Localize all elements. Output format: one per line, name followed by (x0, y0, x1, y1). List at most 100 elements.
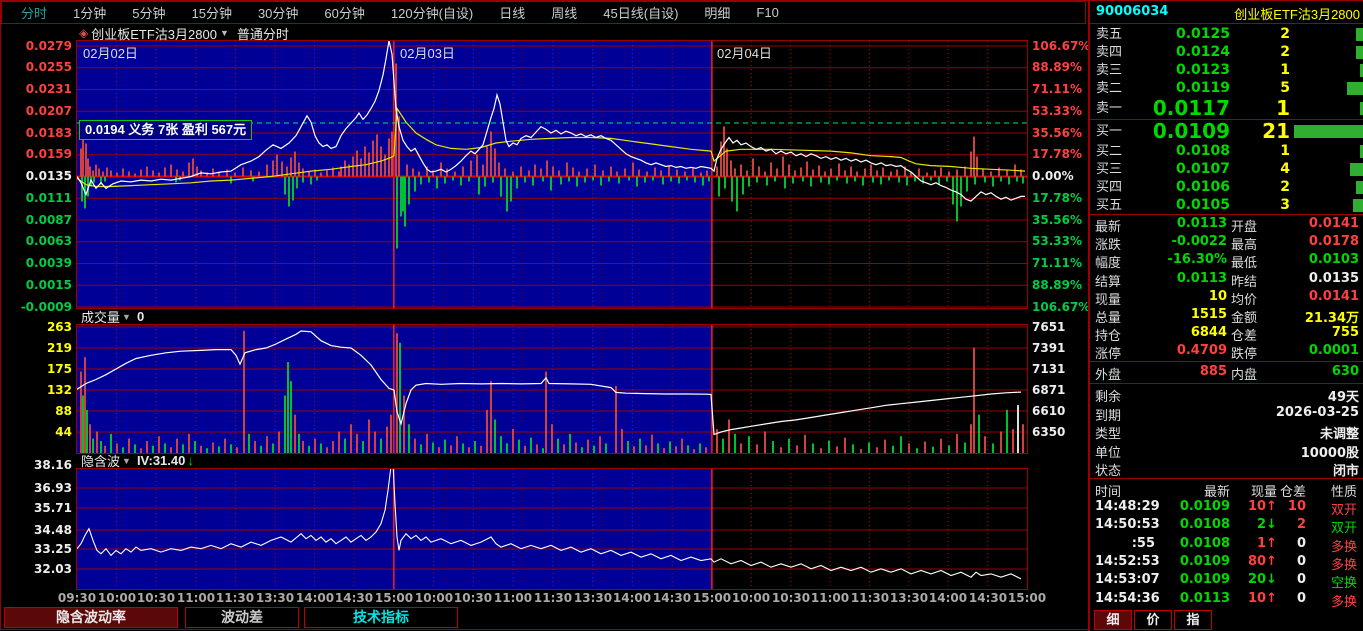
detail-tab-item[interactable]: 价 (1134, 610, 1172, 630)
price-axis-label: 0.0255 (1, 60, 72, 75)
orderbook-price[interactable]: 0.0125 (1130, 25, 1230, 43)
menu-item[interactable]: 15分钟 (178, 3, 244, 22)
orderbook-price[interactable]: 0.0107 (1130, 160, 1230, 178)
volume-axis-label: 219 (1, 341, 72, 356)
volume-axis-label: 175 (1, 362, 72, 377)
orderbook-price[interactable]: 0.0123 (1130, 61, 1230, 79)
trade-qty: 2↓ (1230, 517, 1277, 532)
price-axis-label: 0.0063 (1, 234, 72, 249)
trade-qty: 20↓ (1230, 572, 1277, 587)
time-tick-label: 10:00 (97, 591, 137, 605)
price-axis-label: 0.0039 (1, 256, 72, 271)
iv-axis-label: 38.16 (1, 458, 72, 473)
menu-item[interactable]: 30分钟 (245, 3, 311, 22)
info-label: 仓差 (1231, 325, 1257, 344)
orderbook-price[interactable]: 0.0109 (1130, 120, 1230, 142)
info-label: 昨结 (1231, 271, 1257, 290)
volume-axis-label: 44 (1, 425, 72, 440)
indicator-tab-item[interactable]: 波动差 (185, 607, 299, 628)
info-label: 金额 (1231, 307, 1257, 326)
orderbook-qty: 1 (1240, 142, 1290, 160)
detail-tab-item[interactable]: 指 (1174, 610, 1212, 630)
price-axis-label: 0.0135 (1, 169, 72, 184)
menu-item[interactable]: 120分钟(自设) (378, 3, 486, 22)
percent-axis-label: 71.11% (1032, 82, 1088, 97)
outer-vol-value: 885 (1140, 364, 1227, 379)
orderbook-price[interactable]: 0.0106 (1130, 178, 1230, 196)
orderbook-row-label: 买一 (1096, 120, 1122, 142)
trade-price: 0.0108 (1170, 517, 1230, 532)
trade-qty: 1↑ (1230, 536, 1277, 551)
contract-value: 10000股 (1190, 442, 1359, 461)
trade-price: 0.0113 (1170, 591, 1230, 606)
position-axis-label: 6350 (1032, 425, 1088, 440)
orderbook-price[interactable]: 0.0119 (1130, 79, 1230, 97)
orderbook-price[interactable]: 0.0105 (1130, 196, 1230, 214)
info-value: 0.0113 (1140, 216, 1227, 231)
time-tick-label: 15:00 (1007, 591, 1047, 605)
position-axis-label: 6610 (1032, 404, 1088, 419)
info-label: 总量 (1095, 307, 1121, 326)
menu-item[interactable]: 日线 (486, 3, 538, 22)
percent-axis-label: 35.56% (1032, 126, 1088, 141)
menu-item[interactable]: 60分钟 (311, 3, 377, 22)
info-label: 最新 (1095, 216, 1121, 235)
time-tick-label: 10:30 (136, 591, 176, 605)
time-tick-label: 10:00 (414, 591, 454, 605)
iv-dropdown-icon[interactable]: ▼ (122, 456, 131, 466)
info-value: 21.34万 (1272, 307, 1359, 326)
contract-label: 类型 (1095, 423, 1121, 442)
menu-item[interactable]: 周线 (538, 3, 590, 22)
menu-item[interactable]: 明细 (691, 3, 743, 22)
time-tick-label: 11:00 (493, 591, 533, 605)
trades-header-cell: 仓差 (1280, 481, 1306, 500)
info-label: 持仓 (1095, 325, 1121, 344)
menu-item[interactable]: 45日线(自设) (590, 3, 691, 22)
position-axis-label: 6871 (1032, 383, 1088, 398)
info-label: 结算 (1095, 271, 1121, 290)
iv-label[interactable]: 隐含波 (81, 451, 120, 470)
orderbook-price[interactable]: 0.0117 (1130, 97, 1230, 119)
indicator-tab-active[interactable]: 隐含波动率 (4, 607, 178, 628)
position-axis-label: 7651 (1032, 320, 1088, 335)
volume-label[interactable]: 成交量 (81, 307, 120, 326)
info-label: 幅度 (1095, 252, 1121, 271)
menu-item[interactable]: 1分钟 (60, 3, 119, 22)
time-tick-label: 10:30 (453, 591, 493, 605)
contract-value: 未调整 (1190, 423, 1359, 442)
divider (1090, 478, 1363, 479)
volume-chart[interactable] (76, 324, 1028, 454)
trades-header-cell: 最新 (1170, 481, 1230, 500)
trade-nature: 多换 (1312, 536, 1357, 555)
menu-item[interactable]: F10 (743, 5, 791, 20)
trade-qty: 80↑ (1230, 554, 1277, 569)
price-axis-label: 0.0087 (1, 213, 72, 228)
indicator-tab-item[interactable]: 技术指标 (304, 607, 458, 628)
volume-axis-label: 132 (1, 383, 72, 398)
position-axis-label: 7391 (1032, 341, 1088, 356)
orderbook-price[interactable]: 0.0124 (1130, 43, 1230, 61)
price-chart[interactable] (76, 40, 1028, 309)
iv-chart[interactable] (76, 468, 1028, 590)
orderbook-qty: 1 (1240, 61, 1290, 79)
contract-label: 单位 (1095, 442, 1121, 461)
security-code: 90006034 (1096, 4, 1168, 19)
time-tick-label: 13:30 (255, 591, 295, 605)
volume-axis-label: 88 (1, 404, 72, 419)
contract-value: 49天 (1190, 386, 1359, 405)
trade-nature: 双开 (1312, 499, 1357, 518)
time-tick-label: 13:30 (889, 591, 929, 605)
orderbook-qty: 1 (1240, 97, 1290, 119)
detail-tab-active[interactable]: 细 (1094, 610, 1132, 630)
iv-down-arrow-icon: ↓ (187, 453, 194, 468)
info-label: 最高 (1231, 234, 1257, 253)
menu-item[interactable]: 5分钟 (119, 3, 178, 22)
volume-dropdown-icon[interactable]: ▼ (122, 312, 131, 322)
inner-vol-label: 内盘 (1231, 364, 1257, 383)
orderbook-price[interactable]: 0.0108 (1130, 142, 1230, 160)
contract-dropdown-icon[interactable]: ▼ (220, 28, 229, 38)
menu-item[interactable]: 分时 (8, 3, 60, 22)
percent-axis-label: 53.33% (1032, 234, 1088, 249)
trade-oi-change: 0 (1280, 536, 1306, 551)
contract-name[interactable]: 创业板ETF沽3月2800 (91, 24, 217, 43)
